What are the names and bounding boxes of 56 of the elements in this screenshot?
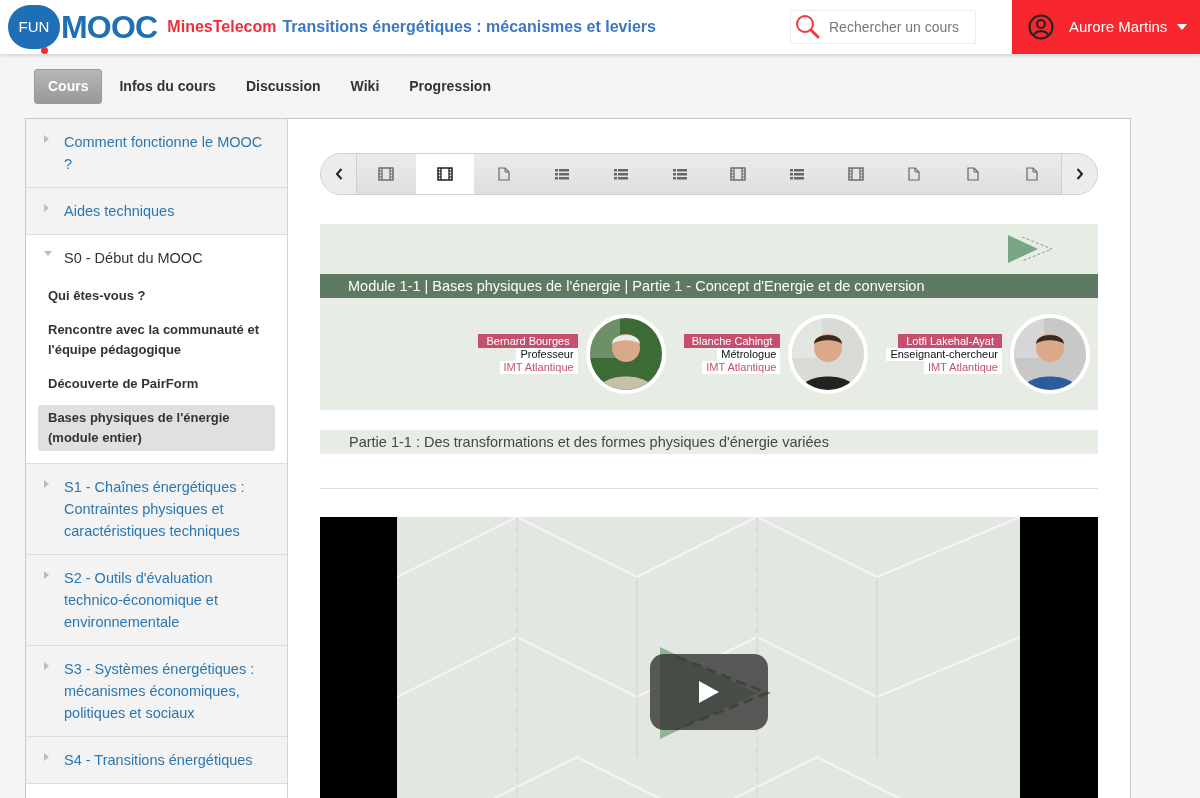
list-icon (554, 167, 571, 181)
chevron-left-icon (334, 168, 343, 180)
section-title: S4 - Transitions énergétiques (64, 751, 253, 770)
nav-tab[interactable]: Wiki (337, 68, 393, 104)
lesson-link[interactable]: Rencontre avec la communauté et l'équipe pédagogique (38, 317, 275, 363)
list-icon (613, 167, 629, 181)
document-icon (1023, 167, 1040, 181)
lesson-link[interactable]: Découverte de PairForm (38, 371, 275, 397)
video-player[interactable] (320, 517, 1098, 798)
speaker-role: Enseignant-chercheur (886, 348, 1002, 361)
section-title: S0 - Début du MOOC (64, 249, 203, 268)
speaker-name: Bernard Bourges (478, 334, 578, 348)
next-button[interactable] (1061, 154, 1097, 194)
section-title: Aides techniques (64, 202, 175, 221)
org-name: MinesTelecom (167, 17, 277, 37)
slide-title: Module 1-1 | Bases physiques de l'énergie | Partie 1 - Concept d'Energie et de conversion (320, 274, 1098, 298)
chevron-right-icon (1075, 168, 1084, 180)
speaker-org: IMT Atlantique (499, 361, 578, 374)
lesson-link[interactable]: Bases physiques de l'énergie (module entier) (38, 405, 275, 451)
document-icon (495, 167, 512, 181)
section-title: Comment fonctionne le MOOC ? (64, 133, 264, 174)
speaker-org: IMT Atlantique (923, 361, 1002, 374)
film-icon (437, 167, 453, 181)
caret-icon (1177, 24, 1188, 30)
arrow-logo-icon (1008, 235, 1054, 263)
logo-text: MOOC (61, 8, 158, 47)
section-title: S3 - Systèmes énergétiques : mécanismes économiques, politiques et sociaux (64, 660, 256, 723)
search-field[interactable]: Rechercher un cours (790, 10, 976, 44)
section-title: S1 - Chaînes énergétiques : Contraintes physiques et caractéristiques techniques (64, 478, 246, 541)
list-icon (789, 167, 806, 181)
section-toggle[interactable]: S0 - Début du MOOC (26, 235, 287, 269)
speaker-role: Professeur (516, 348, 578, 361)
search-icon (794, 13, 822, 41)
lesson-link[interactable]: Qui êtes-vous ? (38, 283, 275, 309)
nav-tab[interactable]: Discussion (232, 68, 334, 104)
film-icon (730, 167, 747, 181)
slide-subtitle: Partie 1-1 : Des transformations et des formes physiques d'énergie variées (320, 430, 1098, 454)
list-icon (671, 167, 688, 181)
nav-tab[interactable]: Infos du cours (106, 68, 229, 104)
play-button[interactable] (650, 654, 768, 730)
film-icon (847, 167, 864, 181)
previous-button[interactable] (321, 154, 357, 194)
speaker-name: Blanche Cahingt (683, 334, 781, 348)
speaker-org: IMT Atlantique (702, 361, 781, 374)
speaker-role: Métrologue (717, 348, 781, 361)
nav-tab[interactable]: Progression (396, 68, 504, 104)
document-icon (965, 167, 982, 181)
speaker-name: Lotfi Lakehal-Ayat (898, 334, 1002, 348)
course-title: Transitions énergétiques : mécanismes et leviers (282, 17, 656, 37)
user-menu[interactable]: Aurore Martins (1012, 0, 1200, 54)
document-icon (906, 167, 923, 181)
sequence-tab[interactable] (415, 154, 475, 194)
film-icon (378, 167, 395, 181)
section-title: S2 - Outils d'évaluation technico-économique et environnementale (64, 569, 219, 632)
user-icon (1028, 14, 1054, 40)
play-icon (699, 681, 719, 703)
